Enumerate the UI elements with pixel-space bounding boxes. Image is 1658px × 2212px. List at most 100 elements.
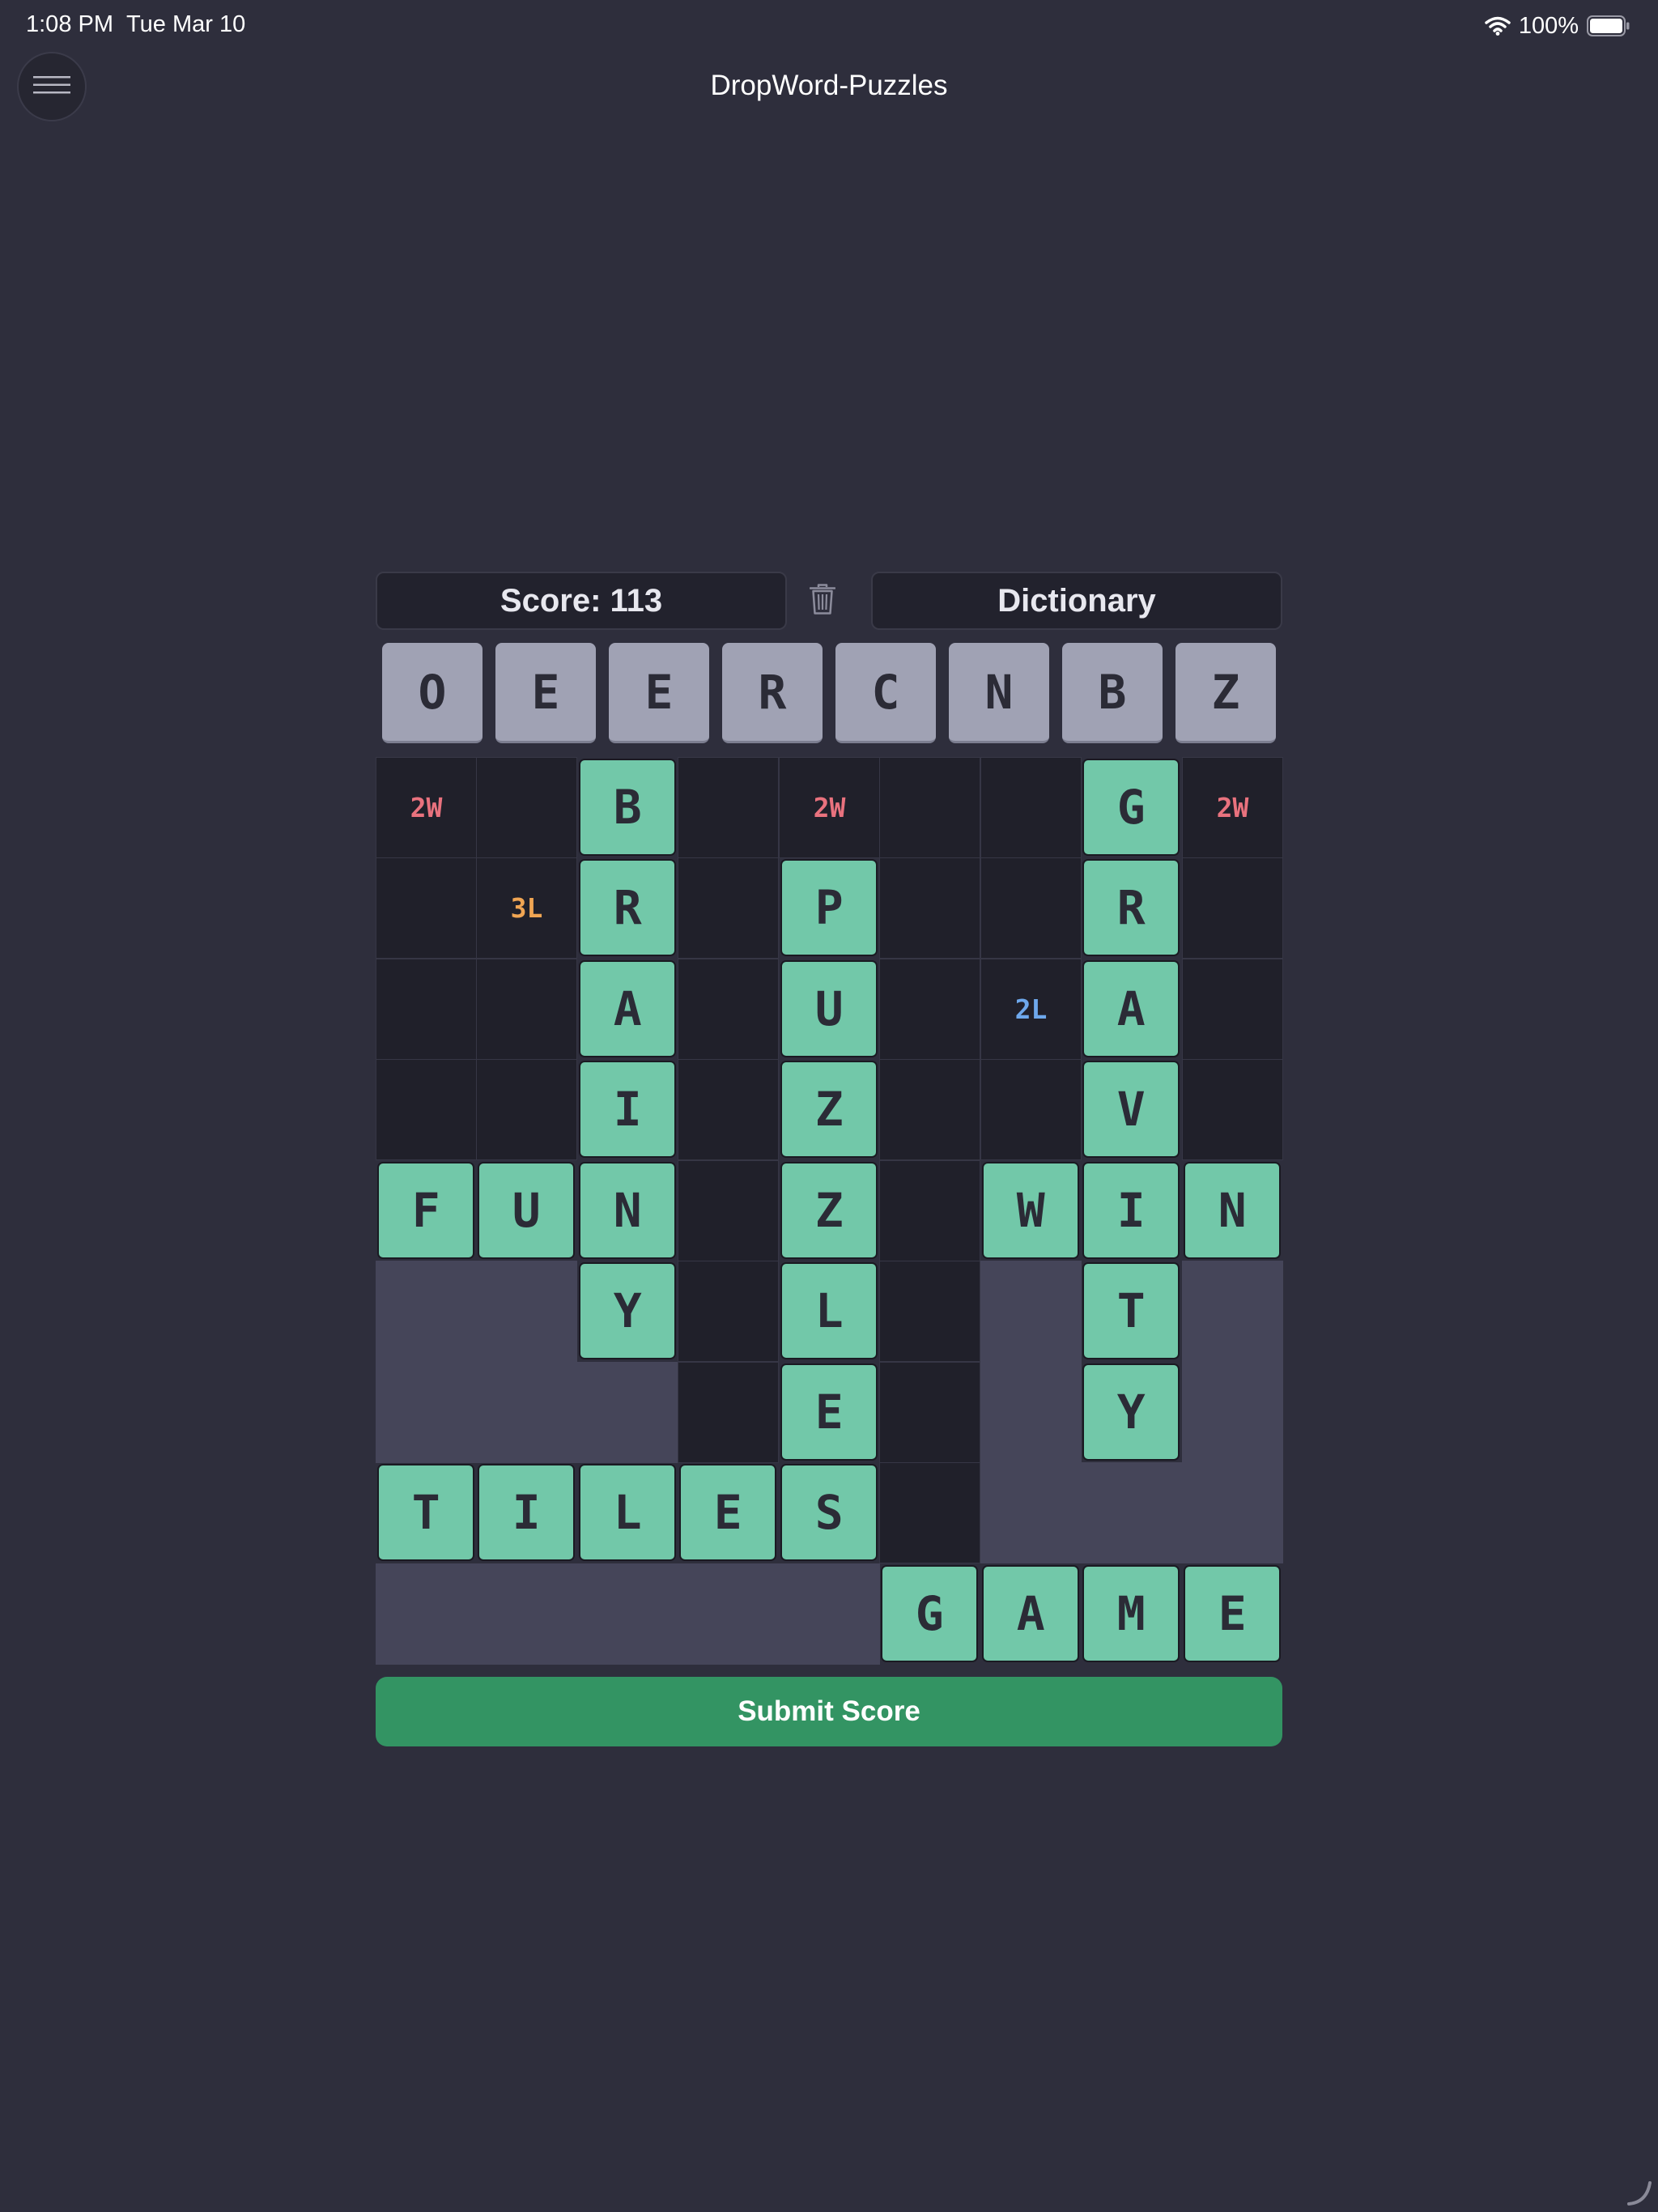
board-cell-empty[interactable]	[879, 1160, 980, 1261]
rack-tile[interactable]: B	[1062, 643, 1163, 743]
board-cell-empty[interactable]	[879, 857, 980, 959]
board-tile[interactable]: T	[377, 1464, 475, 1562]
board-cell-bonus[interactable]: 3L	[476, 857, 577, 959]
board-cell-bonus[interactable]: 2W	[1182, 757, 1283, 858]
trash-button[interactable]	[805, 583, 840, 619]
board-tile[interactable]: F	[377, 1162, 475, 1260]
board-tile[interactable]: T	[1082, 1262, 1180, 1360]
bonus-label: 2W	[813, 792, 846, 823]
board-tile[interactable]: R	[1082, 859, 1180, 957]
board-cell-disabled	[577, 1563, 678, 1665]
rack-tile[interactable]: E	[609, 643, 709, 743]
board-tile[interactable]: N	[579, 1162, 677, 1260]
rack-tile[interactable]: Z	[1175, 643, 1276, 743]
board-cell-disabled	[678, 1563, 779, 1665]
board-cell-empty[interactable]	[476, 1059, 577, 1160]
game-board: 2W B 2W G 2W 3L R P R A U 2L A I Z V F U N Z W I N Y L T E Y T I L E S G A…	[376, 757, 1283, 1665]
board-cell-empty[interactable]	[1182, 857, 1283, 959]
board-tile[interactable]: L	[780, 1262, 878, 1360]
board-cell-empty[interactable]	[678, 1160, 779, 1261]
board-cell-empty[interactable]	[879, 1059, 980, 1160]
board-cell-empty[interactable]	[678, 1059, 779, 1160]
board-cell-empty[interactable]	[678, 1362, 779, 1463]
board-cell-empty[interactable]	[678, 959, 779, 1060]
dictionary-button[interactable]: Dictionary	[871, 572, 1282, 630]
app-title: DropWord-Puzzles	[710, 70, 948, 101]
board-cell-empty[interactable]	[376, 959, 477, 1060]
rack-tile[interactable]: E	[495, 643, 596, 743]
board-tile[interactable]: I	[1082, 1162, 1180, 1260]
board-cell-empty[interactable]	[879, 1462, 980, 1563]
battery-icon	[1587, 15, 1630, 36]
bonus-label: 2W	[410, 792, 443, 823]
board-cell-disabled	[577, 1362, 678, 1463]
rack-tile[interactable]: C	[835, 643, 936, 743]
board-tile[interactable]: W	[982, 1162, 1080, 1260]
board-tile[interactable]: U	[478, 1162, 576, 1260]
board-tile[interactable]: A	[1082, 960, 1180, 1058]
board-cell-empty[interactable]	[879, 959, 980, 1060]
board-tile[interactable]: I	[478, 1464, 576, 1562]
board-cell-empty[interactable]	[376, 857, 477, 959]
board-tile[interactable]: S	[780, 1464, 878, 1562]
board-tile[interactable]: N	[1184, 1162, 1282, 1260]
board-cell-empty[interactable]	[879, 1362, 980, 1463]
battery-percentage: 100%	[1518, 12, 1579, 39]
board-tile[interactable]: R	[579, 859, 677, 957]
board-cell-disabled	[476, 1362, 577, 1463]
bonus-label: 2L	[1014, 993, 1048, 1025]
board-cell-empty[interactable]	[980, 757, 1082, 858]
board-cell-disabled	[980, 1462, 1082, 1563]
rack-tile[interactable]: R	[722, 643, 823, 743]
board-tile[interactable]: G	[881, 1565, 979, 1663]
board-tile[interactable]: E	[1184, 1565, 1282, 1663]
rack-tile[interactable]: N	[949, 643, 1049, 743]
board-tile[interactable]: G	[1082, 759, 1180, 857]
board-cell-bonus[interactable]: 2W	[376, 757, 477, 858]
board-cell-empty[interactable]	[376, 1059, 477, 1160]
wifi-icon	[1485, 16, 1511, 36]
board-cell-empty[interactable]	[678, 757, 779, 858]
board-tile[interactable]: E	[780, 1363, 878, 1461]
board-cell-bonus[interactable]: 2W	[779, 757, 880, 858]
board-tile[interactable]: P	[780, 859, 878, 957]
board-cell-disabled	[376, 1362, 477, 1463]
board-cell-empty[interactable]	[476, 959, 577, 1060]
resize-grip-icon	[1624, 2178, 1653, 2207]
board-cell-disabled	[376, 1261, 477, 1362]
board-cell-empty[interactable]	[879, 1261, 980, 1362]
submit-score-button[interactable]: Submit Score	[376, 1677, 1282, 1746]
board-cell-empty[interactable]	[678, 857, 779, 959]
board-cell-disabled	[1182, 1462, 1283, 1563]
board-tile[interactable]: L	[579, 1464, 677, 1562]
controls-row: Score: 113 Dictionary	[376, 572, 1282, 630]
board-tile[interactable]: B	[579, 759, 677, 857]
board-cell-empty[interactable]	[1182, 959, 1283, 1060]
board-tile[interactable]: Z	[780, 1061, 878, 1159]
board-tile[interactable]: I	[579, 1061, 677, 1159]
board-tile[interactable]: Z	[780, 1162, 878, 1260]
board-tile[interactable]: V	[1082, 1061, 1180, 1159]
board-cell-disabled	[980, 1261, 1082, 1362]
board-tile[interactable]: M	[1082, 1565, 1180, 1663]
board-tile[interactable]: U	[780, 960, 878, 1058]
board-tile[interactable]: Y	[1082, 1363, 1180, 1461]
board-cell-disabled	[376, 1563, 477, 1665]
board-cell-empty[interactable]	[980, 1059, 1082, 1160]
board-cell-disabled	[1081, 1462, 1182, 1563]
board-tile[interactable]: A	[982, 1565, 1080, 1663]
board-cell-disabled	[1182, 1362, 1283, 1463]
board-cell-bonus[interactable]: 2L	[980, 959, 1082, 1060]
board-tile[interactable]: E	[679, 1464, 777, 1562]
letter-rack: OEERCNBZ	[376, 643, 1282, 743]
board-cell-empty[interactable]	[678, 1261, 779, 1362]
score-display: Score: 113	[376, 572, 787, 630]
board-tile[interactable]: Y	[579, 1262, 677, 1360]
board-cell-empty[interactable]	[980, 857, 1082, 959]
rack-tile[interactable]: O	[382, 643, 483, 743]
board-tile[interactable]: A	[579, 960, 677, 1058]
board-cell-empty[interactable]	[476, 757, 577, 858]
board-cell-empty[interactable]	[1182, 1059, 1283, 1160]
board-cell-empty[interactable]	[879, 757, 980, 858]
board-cell-disabled	[476, 1563, 577, 1665]
